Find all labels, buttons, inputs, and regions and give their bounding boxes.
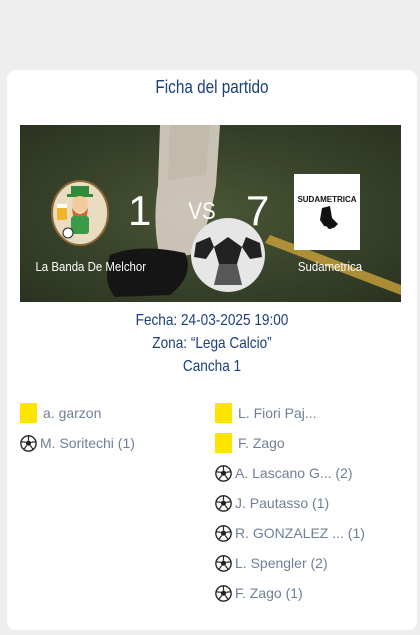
soccer-ball-icon [215, 584, 232, 602]
event-item: J. Pautasso (1) [215, 488, 411, 518]
match-card: Ficha del partido 1 VS 7 SUDAMETRICA La … [7, 70, 417, 630]
vs-label: VS [188, 198, 216, 225]
home-score: 1 [128, 187, 152, 234]
event-item: L. Spengler (2) [215, 548, 411, 578]
event-player: F. Zago (1) [235, 585, 303, 601]
home-team-logo [51, 180, 109, 246]
event-item: F. Zago [215, 428, 411, 458]
match-hero-banner: 1 VS 7 SUDAMETRICA La Banda De Melchor S… [20, 125, 401, 302]
card-title: Ficha del partido [155, 77, 269, 97]
event-player: J. Pautasso (1) [235, 495, 330, 511]
away-score: 7 [246, 187, 270, 234]
event-player: L. Spengler (2) [235, 555, 328, 571]
event-item: F. Zago (1) [215, 578, 411, 608]
match-zone: Zona: “Lega Calcio” [152, 335, 272, 352]
away-team-logo: SUDAMETRICA [294, 174, 360, 250]
event-player: M. Soritechi (1) [40, 435, 135, 451]
yellow-card-icon [20, 403, 37, 423]
soccer-ball-icon [215, 464, 232, 482]
match-date: Fecha: 24-03-2025 19:00 [135, 312, 289, 329]
soccer-ball-icon [215, 524, 232, 542]
away-team-name[interactable]: Sudametrica [277, 259, 383, 274]
svg-text:SUDAMETRICA: SUDAMETRICA [297, 195, 356, 204]
event-item: R. GONZALEZ ... (1) [215, 518, 411, 548]
event-player: R. GONZALEZ ... (1) [235, 525, 365, 541]
home-events-list: a. garzon M. Soritechi (1) [20, 398, 210, 458]
match-court: Cancha 1 [182, 358, 242, 375]
event-item: L. Fiori Paj... [215, 398, 411, 428]
event-player: F. Zago [238, 435, 285, 451]
soccer-ball-icon [215, 554, 232, 572]
event-item: M. Soritechi (1) [20, 428, 210, 458]
event-player: a. garzon [43, 405, 102, 421]
yellow-card-icon [215, 403, 232, 423]
yellow-card-icon [215, 433, 232, 453]
event-player: L. Fiori Paj... [238, 405, 317, 421]
event-item: A. Lascano G... (2) [215, 458, 411, 488]
event-item: a. garzon [20, 398, 210, 428]
away-events-list: L. Fiori Paj... F. Zago A. Lascano G... … [215, 398, 411, 608]
soccer-ball-icon [20, 434, 37, 452]
event-player: A. Lascano G... (2) [235, 465, 353, 481]
soccer-ball-icon [215, 494, 232, 512]
home-team-name[interactable]: La Banda De Melchor [35, 259, 146, 274]
